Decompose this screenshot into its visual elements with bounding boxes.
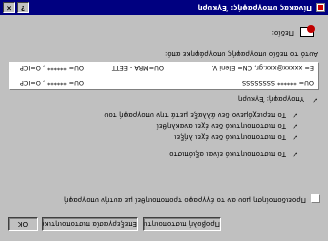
certificate-line-2: OU= ****** SSSSSSSS OU= ****** , O=ICP xyxy=(14,77,314,87)
certificate-line-1: E= xxxxx@xxx.gr, CN= Eleni V. OU=MRA - E… xyxy=(14,62,314,72)
title-bar: Πίνακας υπογραφής: Έγκυρη ? × xyxy=(0,0,328,15)
certificate-info-box: OU= ****** SSSSSSSS OU= ****** , O=ICP E… xyxy=(9,62,319,90)
close-button[interactable]: × xyxy=(3,2,15,13)
app-icon xyxy=(316,3,325,12)
warn-on-modify-label: Προειδοποίηση μου αν το έγγραφο τροποποι… xyxy=(64,196,306,204)
signed-field-row: Πεδίο: xyxy=(10,23,316,41)
help-button[interactable]: ? xyxy=(17,2,29,13)
warn-on-modify-checkbox[interactable] xyxy=(311,194,320,203)
signature-dialog: Πίνακας υπογραφής: Έγκυρη ? × Πεδίο: Αυτ… xyxy=(0,0,328,241)
ok-button[interactable]: OK xyxy=(8,217,38,231)
certificate-ou-left: OU= ****** SSSSSSSS xyxy=(242,79,314,87)
certificate-ou-o: OU= ****** , O=ICP xyxy=(19,64,84,72)
certificate-ou-right: OU= ****** , O=ICP xyxy=(19,79,84,87)
signature-envelope-icon xyxy=(298,25,316,40)
certificate-ou-mid: OU=MRA - EETT xyxy=(111,64,164,72)
view-certificate-button[interactable]: Προβολή πιστοποιητικού... xyxy=(143,217,221,231)
check-icon: ✓ xyxy=(292,133,298,141)
check-icon: ✓ xyxy=(292,150,298,158)
check-icon: ✓ xyxy=(292,122,298,130)
check-icon: ✓ xyxy=(292,111,298,119)
check-icon: ✓ xyxy=(312,96,318,104)
window-title: Πίνακας υπογραφής: Έγκυρη xyxy=(197,4,312,12)
certificate-email-cn: E= xxxxx@xxx.gr, CN= Eleni V. xyxy=(211,64,314,72)
edit-certificate-button[interactable]: Επεξεργασία πιστοποιητικού... xyxy=(42,217,138,231)
signed-field-label: Πεδίο: xyxy=(271,29,294,37)
signed-by-label: Αυτό το πεδίο υπογραφής υπογράφηκε από: xyxy=(165,50,318,58)
